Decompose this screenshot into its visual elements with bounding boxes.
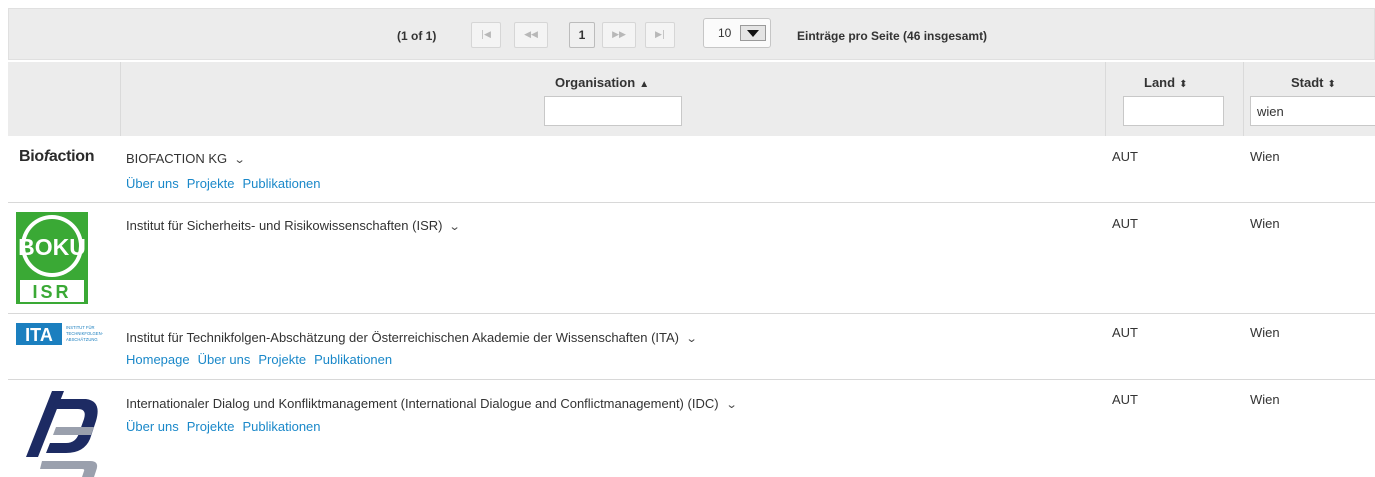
triangle-down-icon [747,29,759,37]
table-row: ITA INSTITUT FÜR TECHNIKFOLGEN- ABSCHÄTZ… [8,314,1375,380]
chevron-down-icon[interactable]: ⌄ [725,398,737,411]
biofaction-logo: Biofaction [19,148,95,165]
dropdown-button[interactable] [740,25,766,41]
table-row: BOKU ISR Institut für Sicherheits- und R… [8,204,1375,314]
publications-link[interactable]: Publikationen [242,419,320,434]
logo-column-header [8,62,120,136]
svg-text:INSTITUT FÜR: INSTITUT FÜR [66,325,95,330]
last-page-button[interactable]: ▶| [645,22,675,48]
sort-both-icon: ⬍ [1327,79,1336,90]
organisation-name: Institut für Sicherheits- und Risikowiss… [126,218,443,233]
stadt-cell: Wien [1250,149,1280,164]
chevron-down-icon[interactable]: ⌄ [234,153,246,166]
page-report: (1 of 1) [397,29,437,43]
prev-page-button[interactable]: ◀◀ [514,22,548,48]
boku-isr-logo: BOKU ISR [16,212,88,304]
chevron-down-icon[interactable]: ⌄ [686,332,698,345]
organisation-name: BIOFACTION KG [126,151,228,166]
rows-per-page-info: Einträge pro Seite (46 insgesamt) [797,29,988,43]
organisation-links: Über uns Projekte Publikationen [126,176,329,191]
next-page-icon: ▶▶ [612,30,626,40]
chevron-down-icon[interactable]: ⌄ [449,220,461,233]
sort-asc-icon: ▲ [639,79,650,90]
land-cell: AUT [1112,325,1138,340]
organisation-links: Über uns Projekte Publikationen [126,419,329,434]
land-cell: AUT [1112,216,1138,231]
stadt-cell: Wien [1250,325,1280,340]
svg-text:TECHNIKFOLGEN-: TECHNIKFOLGEN- [66,331,104,336]
rows-per-page-select[interactable]: 10 [703,18,771,48]
organisation-filter-input[interactable] [544,96,682,126]
organisation-links: Homepage Über uns Projekte Publikationen [126,352,400,367]
next-page-button[interactable]: ▶▶ [602,22,636,48]
about-link[interactable]: Über uns [126,176,179,191]
prev-page-icon: ◀◀ [524,30,538,40]
organisation-header-label: Organisation [555,75,636,90]
sort-both-icon: ⬍ [1179,79,1188,90]
projects-link[interactable]: Projekte [187,419,235,434]
organisation-name: Institut für Technikfolgen-Abschätzung d… [126,330,680,345]
about-link[interactable]: Über uns [198,352,251,367]
land-cell: AUT [1112,392,1138,407]
svg-text:ABSCHÄTZUNG: ABSCHÄTZUNG [66,337,98,342]
stadt-header-label: Stadt [1291,75,1324,90]
table-row: Biofaction BIOFACTION KG ⌄ Über uns Projek… [8,136,1375,203]
stadt-column-header[interactable]: Stadt ⬍ [1243,62,1375,136]
first-page-button[interactable]: |◀ [471,22,501,48]
svg-text:ISR: ISR [32,282,71,302]
svg-text:ITA: ITA [25,325,53,345]
homepage-link[interactable]: Homepage [126,352,190,367]
stadt-cell: Wien [1250,392,1280,407]
about-link[interactable]: Über uns [126,419,179,434]
first-page-icon: |◀ [481,30,491,40]
land-column-header[interactable]: Land ⬍ [1105,62,1243,136]
paginator: (1 of 1) |◀ ◀◀ 1 ▶▶ ▶| 10 Einträge pro S… [8,8,1375,60]
rows-per-page-value: 10 [718,26,732,40]
land-cell: AUT [1112,149,1138,164]
land-filter-input[interactable] [1123,96,1224,126]
publications-link[interactable]: Publikationen [314,352,392,367]
page-number-button[interactable]: 1 [569,22,595,48]
table-row: Internationaler Dialog und Konfliktmanag… [8,381,1375,477]
stadt-filter-input[interactable] [1250,96,1375,126]
land-header-label: Land [1144,75,1176,90]
svg-text:BOKU: BOKU [18,234,86,260]
stadt-cell: Wien [1250,216,1280,231]
last-page-icon: ▶| [655,30,665,40]
idc-logo [26,391,98,477]
table-header: Organisation ▲ Land ⬍ Stadt ⬍ [8,62,1375,136]
projects-link[interactable]: Projekte [187,176,235,191]
organisation-name: Internationaler Dialog und Konfliktmanag… [126,396,719,411]
organisation-column-header[interactable]: Organisation ▲ [120,62,1105,136]
projects-link[interactable]: Projekte [258,352,306,367]
ita-logo: ITA INSTITUT FÜR TECHNIKFOLGEN- ABSCHÄTZ… [16,323,104,345]
publications-link[interactable]: Publikationen [242,176,320,191]
